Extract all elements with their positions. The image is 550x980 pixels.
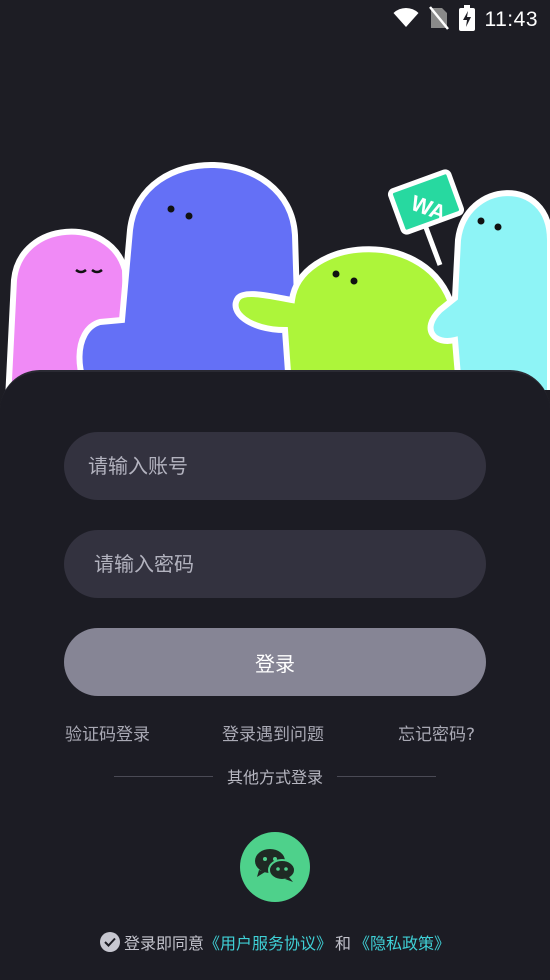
agree-checkbox[interactable]: [99, 932, 120, 952]
other-login-label: 其他方式登录: [227, 768, 324, 787]
status-icons: 11:43: [393, 5, 539, 35]
forgot-password-link[interactable]: 忘记密码?: [398, 720, 475, 745]
other-login-divider: 其他方式登录: [114, 764, 437, 788]
account-input[interactable]: [64, 432, 486, 500]
divider-line-left: [114, 775, 213, 777]
agreement-row: 登录即同意 《用户服务协议》 和 《隐私政策》: [0, 930, 550, 954]
login-problem-link[interactable]: 登录遇到问题: [222, 720, 324, 745]
sms-login-link[interactable]: 验证码登录: [65, 720, 150, 745]
status-bar: 11:43: [0, 0, 550, 40]
divider-line-right: [337, 775, 437, 777]
user-agreement-link[interactable]: 《用户服务协议》: [204, 930, 332, 954]
login-screen: 11:43 WA 请输入账号 登录 验证码登录 登录遇到问题 忘记密码? 其他方…: [0, 0, 550, 980]
hero-illustration: WA: [0, 140, 550, 403]
agreement-and: 和: [335, 934, 352, 953]
no-sim-icon: [428, 6, 449, 34]
password-input[interactable]: [64, 530, 486, 598]
login-button[interactable]: 登录: [64, 628, 486, 696]
wechat-login-button[interactable]: [240, 832, 310, 902]
wechat-icon: [253, 846, 297, 888]
privacy-policy-link[interactable]: 《隐私政策》: [354, 930, 450, 954]
battery-charging-icon: [458, 5, 475, 35]
agreement-prefix: 登录即同意: [123, 934, 204, 953]
status-time: 11:43: [484, 8, 538, 31]
wifi-icon: [393, 7, 419, 33]
wa-sign-illustration: WA: [387, 169, 465, 266]
login-card: 登录 验证码登录 登录遇到问题 忘记密码? 其他方式登录: [0, 370, 550, 980]
